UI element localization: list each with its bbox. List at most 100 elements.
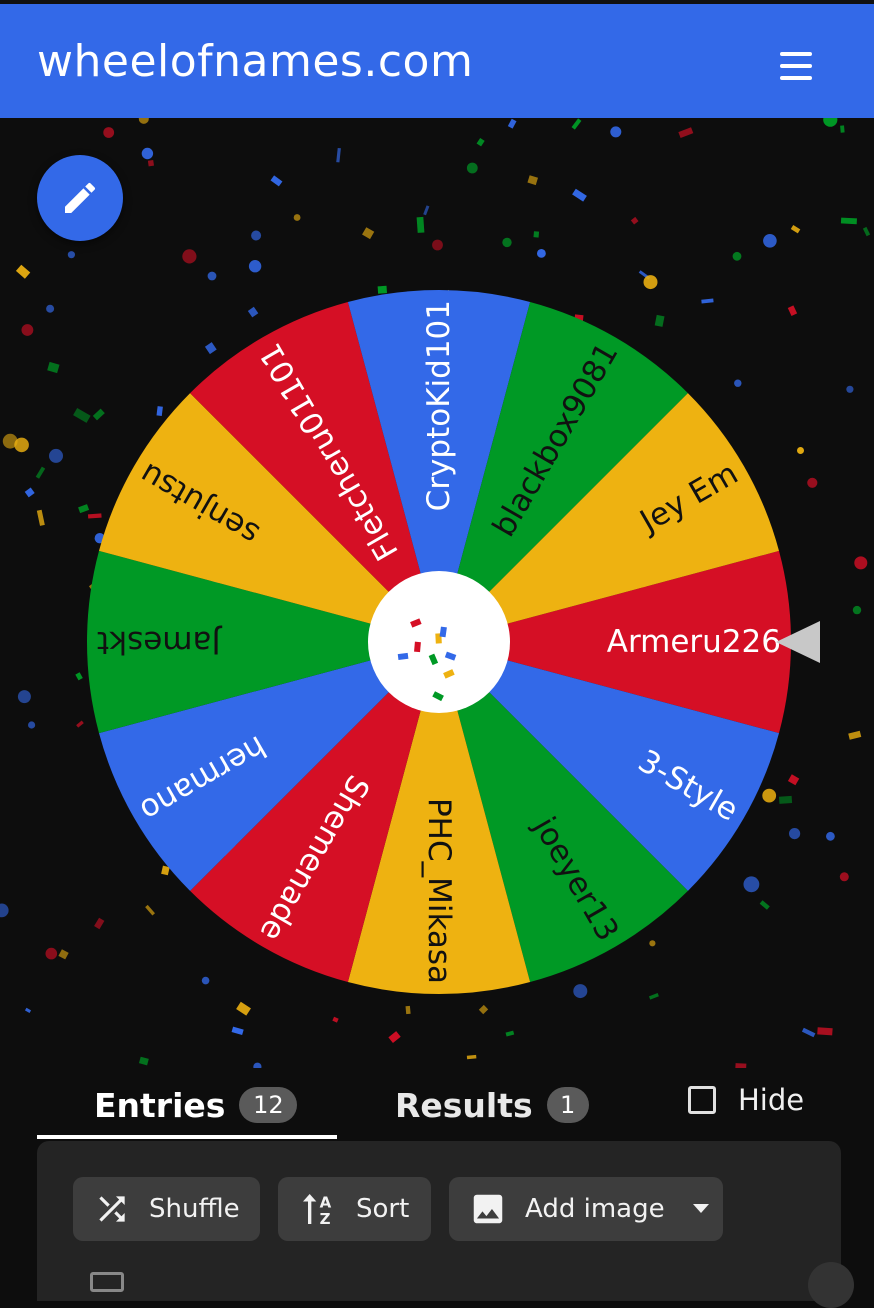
confetti-piece [762, 788, 777, 803]
confetti-piece [505, 1030, 515, 1037]
tab-entries[interactable]: Entries 12 [94, 1075, 298, 1135]
confetti-piece [293, 214, 301, 221]
confetti-piece [701, 298, 714, 304]
confetti-piece [21, 324, 34, 336]
confetti-piece [572, 188, 587, 202]
pencil-icon [65, 182, 96, 213]
confetti-piece [790, 225, 801, 234]
confetti-piece [862, 226, 871, 237]
confetti-piece [362, 227, 375, 240]
confetti-piece [573, 984, 588, 999]
hide-label: Hide [738, 1083, 805, 1117]
confetti-piece [201, 976, 210, 985]
wheel-segment-label: CryptoKid101 [421, 300, 457, 511]
shuffle-button[interactable]: Shuffle [73, 1177, 260, 1241]
confetti-piece [787, 774, 800, 786]
shuffle-label: Shuffle [149, 1194, 240, 1224]
confetti-piece [377, 285, 388, 294]
add-image-button[interactable]: Add image [449, 1177, 723, 1241]
confetti-piece [743, 876, 760, 893]
confetti-piece [787, 305, 798, 316]
confetti-piece [846, 385, 854, 393]
hamburger-menu-icon[interactable] [770, 42, 822, 90]
confetti-piece [36, 509, 45, 526]
hide-toggle[interactable]: Hide [688, 1080, 804, 1120]
confetti-piece [826, 831, 835, 841]
tab-entries-label: Entries [94, 1085, 226, 1125]
svg-text:Z: Z [320, 1210, 331, 1228]
confetti-piece [47, 361, 60, 374]
confetti-piece [840, 217, 857, 225]
confetti-piece [231, 1026, 244, 1036]
tab-results[interactable]: Results 1 [395, 1075, 589, 1135]
add-image-label: Add image [525, 1194, 665, 1224]
confetti-piece [78, 504, 90, 514]
confetti-piece [840, 125, 845, 133]
sort-icon: A Z [303, 1193, 332, 1228]
confetti-piece [801, 1027, 816, 1038]
confetti-piece [0, 903, 9, 918]
scroll-handle[interactable] [808, 1262, 854, 1308]
confetti-piece [839, 872, 849, 882]
confetti-piece [141, 147, 154, 160]
confetti-piece [204, 342, 217, 355]
confetti-piece [45, 947, 58, 960]
confetti-piece [138, 118, 149, 124]
app-bar: wheelofnames.com [0, 4, 874, 118]
confetti-piece [248, 260, 262, 273]
wheel-segment-label: PHC_Mikasa [421, 798, 457, 984]
confetti-piece [610, 126, 622, 138]
confetti-piece [630, 216, 639, 225]
confetti-piece [46, 304, 55, 313]
site-title[interactable]: wheelofnames.com [37, 34, 473, 90]
confetti-piece [778, 795, 793, 804]
confetti-piece [476, 137, 485, 147]
confetti-piece [678, 127, 694, 138]
confetti-piece [17, 690, 31, 704]
confetti-piece [24, 1007, 32, 1014]
confetti-piece [648, 993, 659, 1000]
confetti-piece [207, 271, 217, 281]
edit-button[interactable] [37, 155, 123, 241]
confetti-piece [423, 205, 430, 216]
confetti-piece [2, 433, 18, 449]
confetti-piece [73, 408, 91, 423]
confetti-piece [763, 234, 777, 248]
confetti-piece [182, 249, 197, 264]
confetti-piece [414, 641, 421, 653]
confetti-piece [823, 118, 838, 127]
confetti-piece [58, 949, 69, 960]
active-tab-indicator [37, 1135, 337, 1139]
confetti-piece [94, 917, 105, 930]
confetti-piece [643, 275, 658, 290]
confetti-piece [49, 448, 63, 463]
confetti-piece [571, 118, 582, 130]
wheel-area: Armeru226 3-Style joeyer13 PHC_Mikasa Shemen… [0, 118, 874, 1068]
confetti-piece [87, 513, 102, 519]
wheel-segment-label: Armeru226 [607, 624, 781, 660]
confetti-piece [67, 251, 75, 259]
sort-button[interactable]: A Z Sort [278, 1177, 431, 1241]
confetti-piece [416, 216, 425, 233]
entries-count-badge: 12 [239, 1087, 298, 1123]
entry-checkbox[interactable] [90, 1272, 124, 1292]
wheel-canvas[interactable]: Armeru2263-Stylejoeyer13PHC_MikasaShemen… [0, 118, 874, 1068]
confetti-piece [397, 652, 409, 661]
confetti-piece [466, 162, 478, 174]
confetti-piece [759, 900, 770, 910]
confetti-piece [138, 1056, 149, 1066]
hide-checkbox[interactable] [688, 1086, 716, 1114]
image-icon [473, 1194, 503, 1224]
confetti-piece [336, 147, 341, 163]
wheel-segment-label: Jameskt [97, 624, 223, 660]
confetti-piece [432, 239, 443, 251]
confetti-piece [253, 1062, 262, 1068]
confetti-piece [732, 251, 742, 261]
shuffle-icon [99, 1196, 125, 1222]
confetti-piece [807, 477, 818, 488]
confetti-piece [28, 721, 36, 729]
confetti-piece [507, 118, 517, 129]
caret-down-icon[interactable] [692, 1204, 709, 1214]
confetti-piece [156, 406, 163, 417]
sort-label: Sort [356, 1194, 410, 1224]
